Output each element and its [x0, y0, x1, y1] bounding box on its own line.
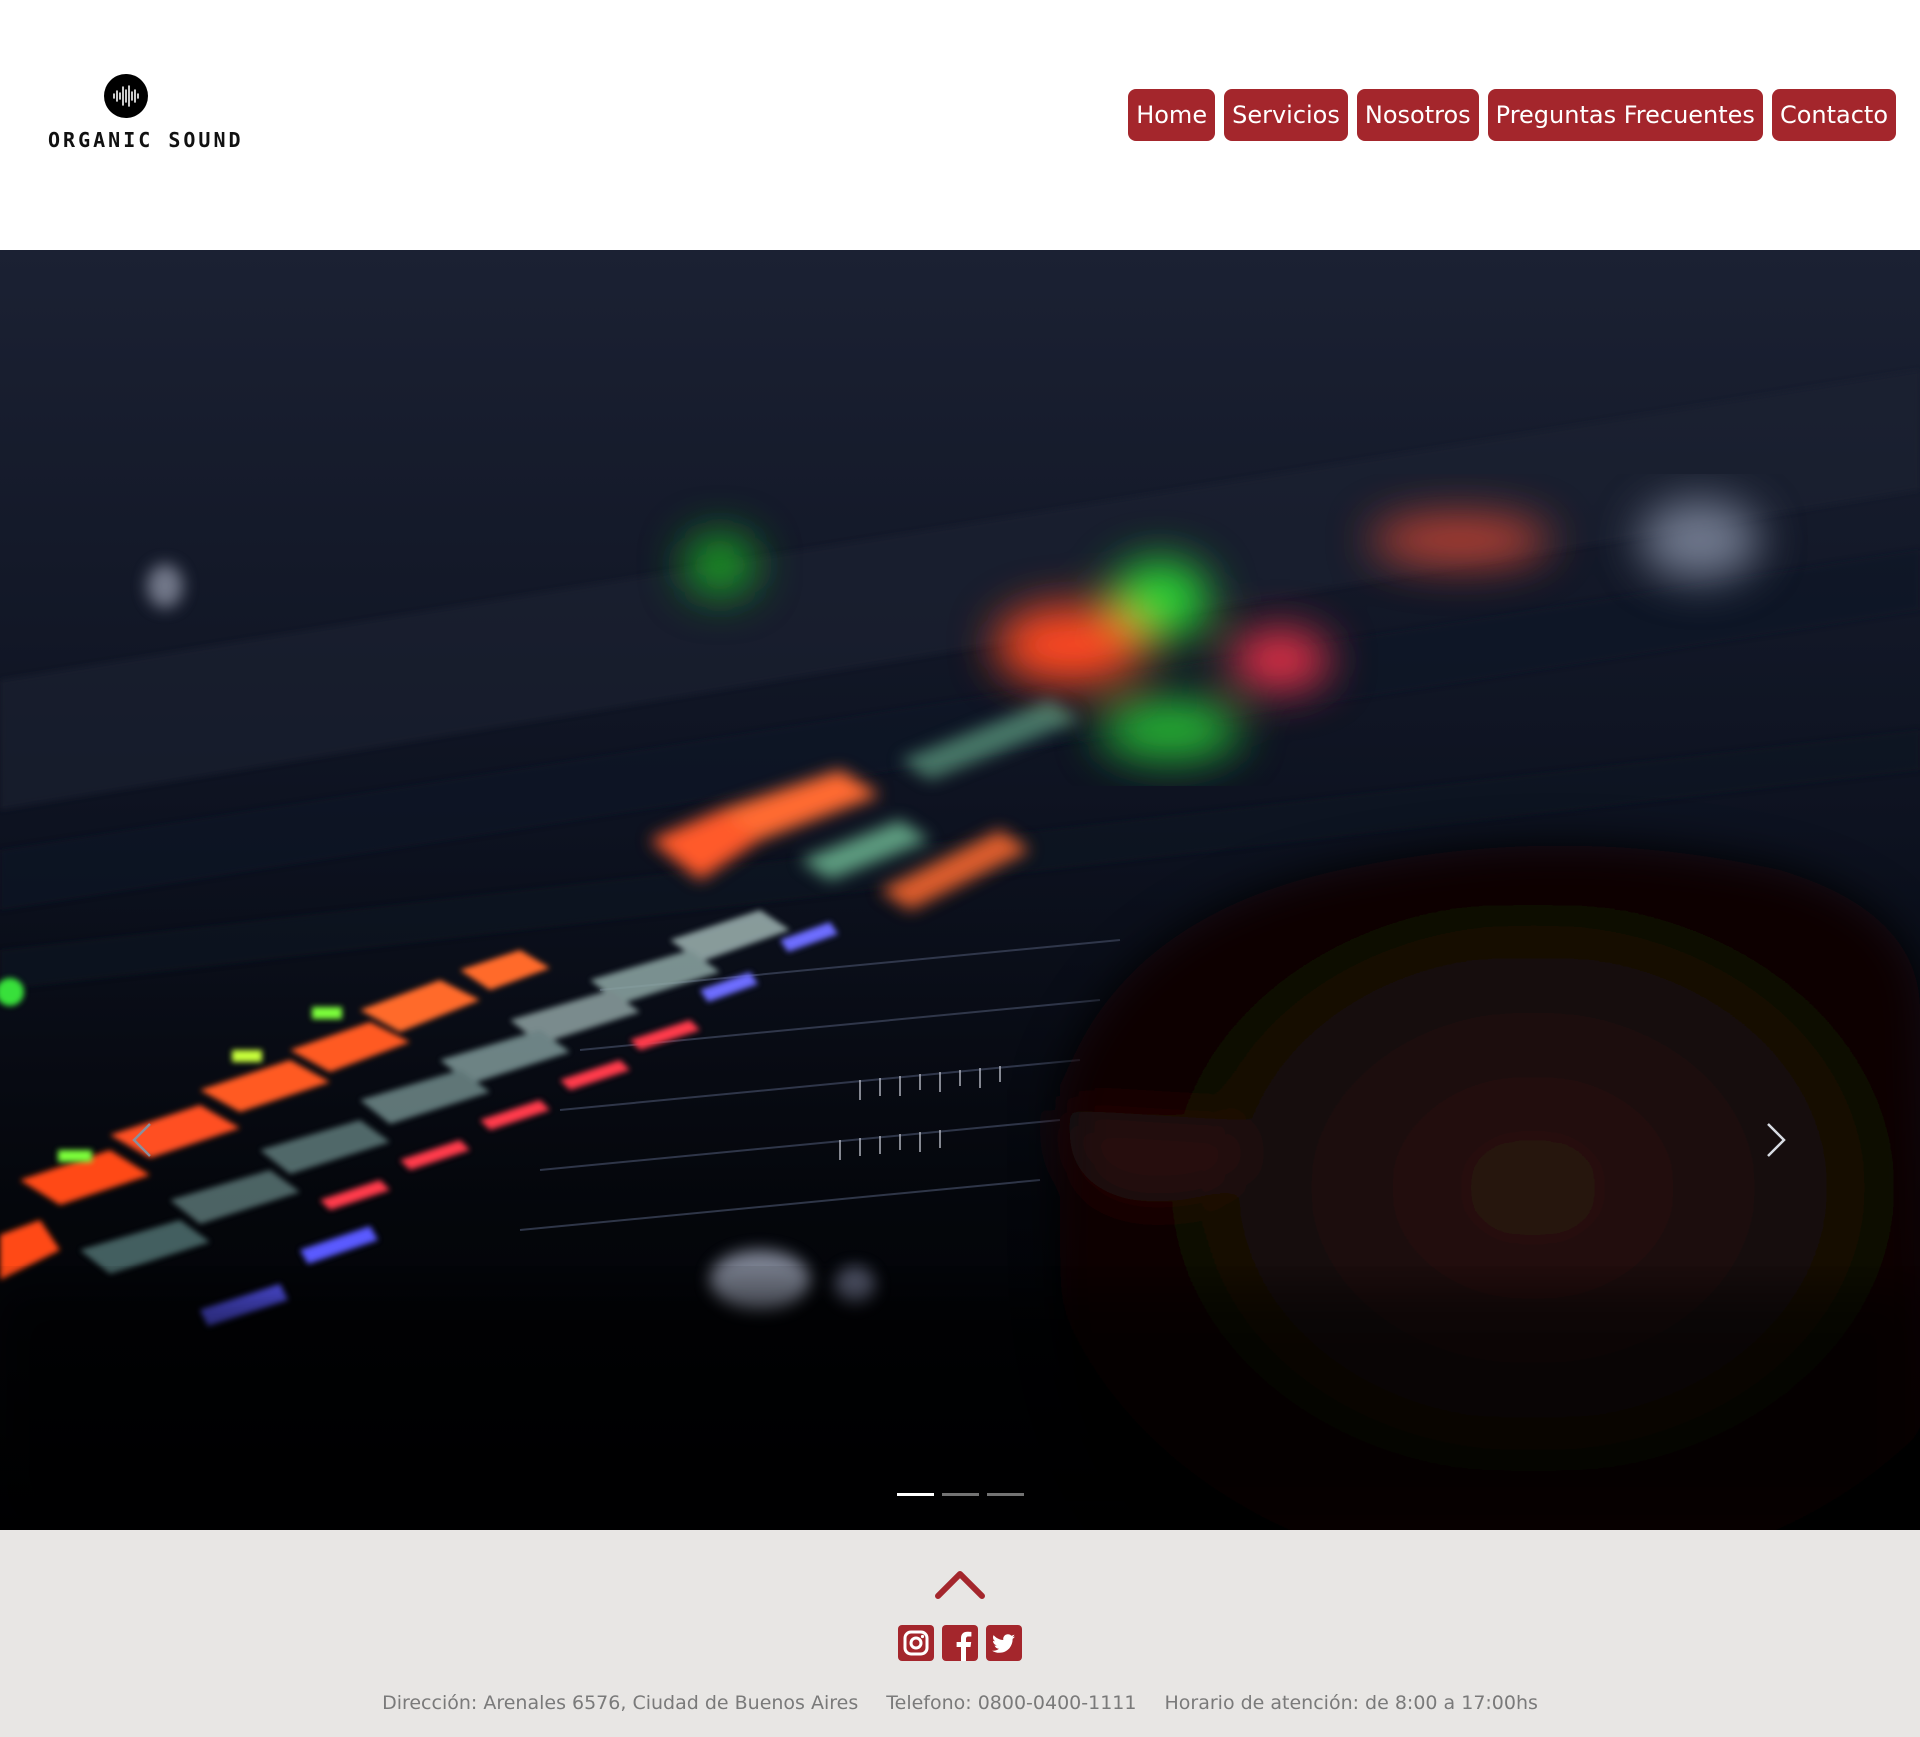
carousel-indicator-2[interactable] [941, 1493, 979, 1496]
footer-address: Dirección: Arenales 6576, Ciudad de Buen… [382, 1692, 859, 1714]
nav-faq-button[interactable]: Preguntas Frecuentes [1487, 89, 1763, 141]
carousel-prev-arrow-icon[interactable] [122, 1110, 162, 1170]
hero-carousel [0, 250, 1920, 1530]
main-nav: Home Servicios Nosotros Preguntas Frecue… [1128, 89, 1896, 141]
footer-phone: Telefono: 0800-0400-1111 [886, 1692, 1137, 1714]
site-footer: Dirección: Arenales 6576, Ciudad de Buen… [0, 1530, 1920, 1737]
site-header: ORGANIC SOUND Home Servicios Nosotros Pr… [0, 0, 1920, 250]
social-links [0, 1625, 1920, 1661]
nav-home-button[interactable]: Home [1128, 89, 1216, 141]
instagram-icon[interactable] [898, 1625, 934, 1661]
nav-servicios-button[interactable]: Servicios [1224, 89, 1348, 141]
back-to-top-icon[interactable] [934, 1568, 986, 1600]
facebook-icon[interactable] [942, 1625, 978, 1661]
carousel-indicator-1[interactable] [896, 1493, 934, 1496]
contact-info: Dirección: Arenales 6576, Ciudad de Buen… [0, 1692, 1920, 1714]
carousel-next-arrow-icon[interactable] [1756, 1110, 1796, 1170]
twitter-icon[interactable] [986, 1625, 1022, 1661]
brand-logo[interactable]: ORGANIC SOUND [48, 74, 244, 152]
carousel-indicator-3[interactable] [986, 1493, 1024, 1496]
nav-nosotros-button[interactable]: Nosotros [1356, 89, 1479, 141]
sound-wave-icon [103, 74, 148, 118]
nav-contacto-button[interactable]: Contacto [1771, 89, 1896, 141]
logo-text: ORGANIC SOUND [48, 128, 244, 152]
carousel-indicators [0, 1493, 1920, 1496]
mixing-console-image [0, 250, 1920, 1530]
footer-hours: Horario de atención: de 8:00 a 17:00hs [1164, 1692, 1538, 1714]
